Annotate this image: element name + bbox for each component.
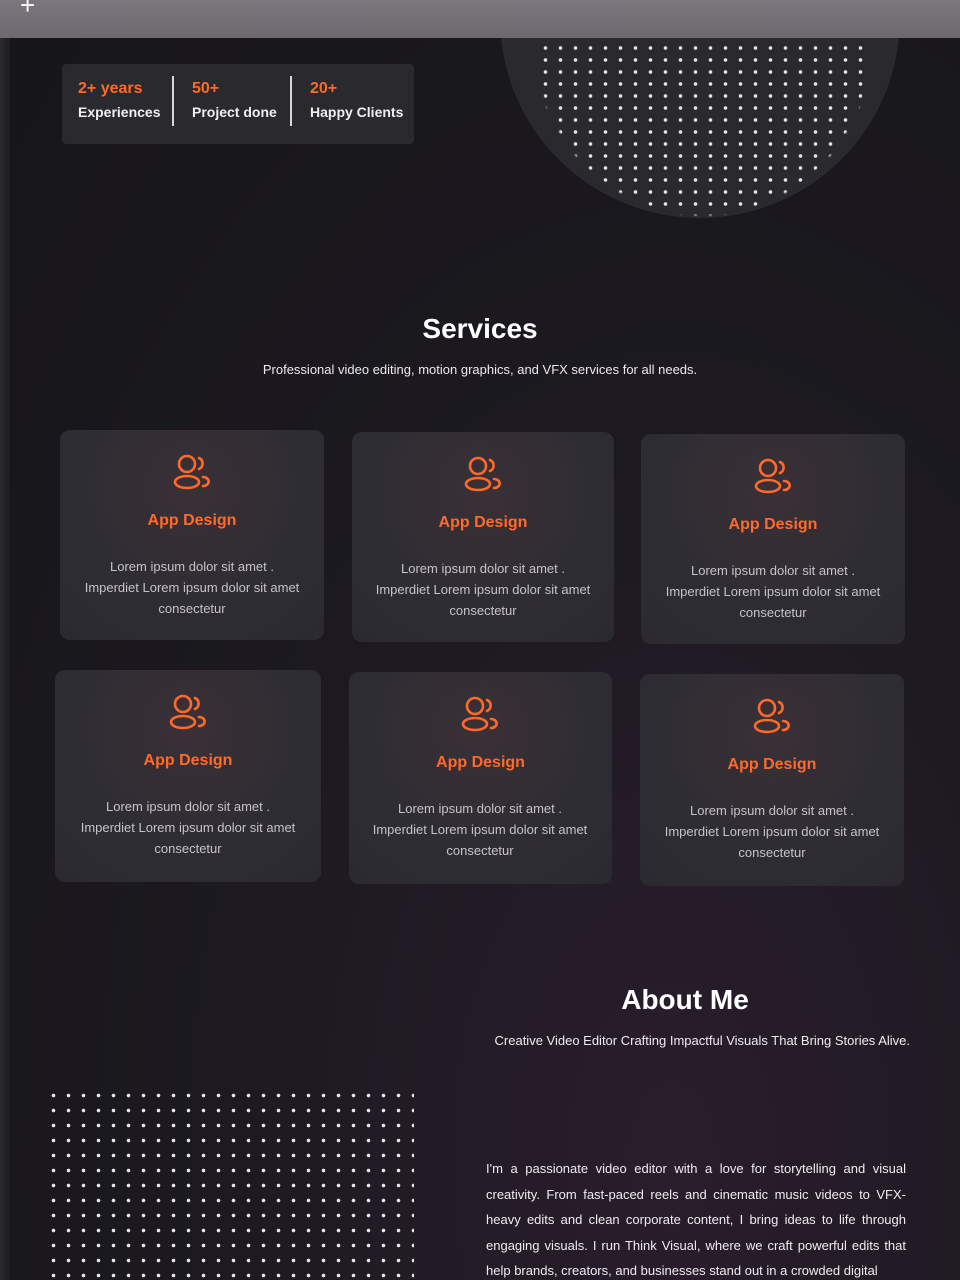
- users-icon: [464, 456, 501, 492]
- stat-clients: 20+ Happy Clients: [310, 80, 403, 120]
- page-edge: [0, 38, 10, 1280]
- service-card-title: App Design: [147, 512, 237, 529]
- users-icon: [169, 694, 206, 730]
- stat-value: 2+ years: [78, 80, 143, 97]
- browser-top-bar: +: [0, 0, 960, 39]
- stat-label: Experiences: [78, 104, 161, 120]
- service-card-description: Lorem ipsum dolor sit amet . Imperdiet L…: [80, 799, 296, 856]
- plus-icon[interactable]: +: [20, 0, 35, 18]
- users-icon: [754, 458, 791, 494]
- stat-divider: [172, 76, 174, 126]
- service-card-description: Lorem ipsum dolor sit amet . Imperdiet L…: [665, 563, 881, 620]
- decorative-dot-grid: [46, 1088, 414, 1280]
- service-card-description: Lorem ipsum dolor sit amet . Imperdiet L…: [664, 803, 880, 860]
- stat-value: 50+: [192, 80, 220, 97]
- users-icon: [173, 454, 210, 490]
- service-card-title: App Design: [728, 516, 818, 533]
- users-icon: [461, 696, 498, 732]
- service-card-title: App Design: [143, 752, 233, 769]
- service-card-title: App Design: [436, 754, 525, 771]
- about-subtitle: Creative Video Editor Crafting Impactful…: [494, 1033, 910, 1048]
- service-card[interactable]: App Design Lorem ipsum dolor sit amet . …: [640, 674, 904, 886]
- stat-projects: 50+ Project done: [192, 80, 277, 120]
- stat-value: 20+: [310, 80, 338, 97]
- service-card-title: App Design: [438, 514, 528, 531]
- service-card-title: App Design: [727, 756, 817, 773]
- service-card[interactable]: App Design Lorem ipsum dolor sit amet . …: [349, 672, 612, 884]
- stat-label: Project done: [192, 104, 277, 120]
- users-icon: [753, 698, 790, 734]
- service-card[interactable]: App Design Lorem ipsum dolor sit amet . …: [641, 434, 905, 644]
- service-card[interactable]: App Design Lorem ipsum dolor sit amet . …: [55, 670, 321, 882]
- decorative-dot-grid: [538, 42, 868, 222]
- stat-label: Happy Clients: [310, 104, 404, 120]
- services-heading: Services: [422, 313, 538, 344]
- service-card-description: Lorem ipsum dolor sit amet . Imperdiet L…: [84, 559, 300, 616]
- stats-panel: 2+ years Experiences 50+ Project done 20…: [62, 64, 414, 144]
- stat-experience: 2+ years Experiences: [78, 80, 161, 120]
- about-heading: About Me: [621, 984, 749, 1015]
- about-description: I'm a passionate video editor with a lov…: [486, 1161, 906, 1278]
- page-content: 2+ years Experiences 50+ Project done 20…: [0, 38, 960, 1280]
- service-card[interactable]: App Design Lorem ipsum dolor sit amet . …: [60, 430, 324, 640]
- service-card-description: Lorem ipsum dolor sit amet . Imperdiet L…: [372, 801, 588, 858]
- service-card-description: Lorem ipsum dolor sit amet . Imperdiet L…: [375, 561, 591, 618]
- services-subtitle: Professional video editing, motion graph…: [262, 362, 698, 377]
- stat-divider: [290, 76, 292, 126]
- service-card[interactable]: App Design Lorem ipsum dolor sit amet . …: [352, 432, 614, 642]
